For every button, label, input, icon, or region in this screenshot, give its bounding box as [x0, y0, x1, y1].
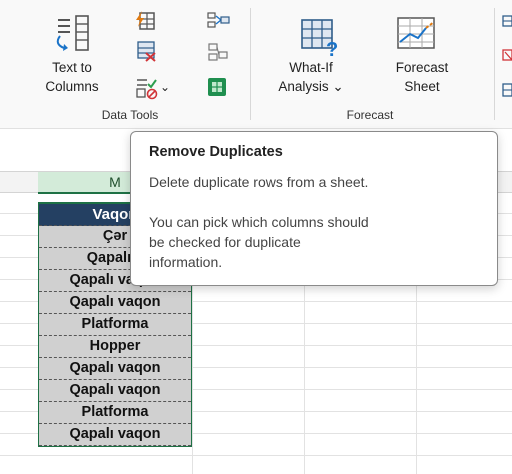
forecast-sheet-icon	[397, 17, 435, 49]
table-cell[interactable]: Platforma	[39, 314, 191, 336]
consolidate-icon[interactable]	[206, 10, 230, 32]
text-to-columns-icon	[56, 15, 89, 51]
flash-fill-icon[interactable]	[134, 10, 156, 32]
remove-duplicates-tooltip: Remove Duplicates Delete duplicate rows …	[130, 131, 498, 286]
text-to-columns-line2: Columns	[45, 79, 99, 94]
tooltip-detail-line: be checked for duplicate	[149, 234, 301, 250]
table-cell[interactable]: Qapalı vaqon	[39, 424, 191, 446]
data-validation-dropdown[interactable]: ⌄	[158, 78, 172, 97]
ribbon: Text to Columns ⌄ Data Tools ? What-If A…	[0, 0, 512, 129]
tooltip-description: Delete duplicate rows from a sheet.	[149, 174, 369, 190]
forecast-sheet-line1: Forecast	[395, 60, 449, 75]
remove-duplicates-icon[interactable]	[136, 40, 158, 64]
tooltip-title: Remove Duplicates	[149, 144, 283, 160]
text-to-columns-button[interactable]: Text to Columns	[40, 58, 104, 96]
table-cell[interactable]: Hopper	[39, 336, 191, 358]
forecast-sheet-button[interactable]: Forecast Sheet	[380, 58, 464, 96]
data-tools-group-label: Data Tools	[101, 108, 159, 122]
table-cell[interactable]: Qapalı vaqon	[39, 380, 191, 402]
table-cell[interactable]: Qapalı vaqon	[39, 358, 191, 380]
what-if-line2: Analysis ⌄	[278, 79, 344, 94]
text-to-columns-line1: Text to	[52, 60, 92, 75]
table-cell[interactable]: Qapalı vaqon	[39, 292, 191, 314]
manage-data-model-icon[interactable]	[206, 76, 230, 98]
what-if-line1: What-If	[289, 60, 333, 75]
what-if-analysis-button[interactable]: What-If Analysis ⌄	[272, 58, 350, 96]
what-if-analysis-icon: ?	[301, 19, 338, 58]
data-validation-icon[interactable]	[134, 76, 158, 100]
forecast-group-label: Forecast	[346, 108, 394, 122]
relationships-icon[interactable]	[206, 42, 230, 64]
table-cell[interactable]: Platforma	[39, 402, 191, 424]
tooltip-detail-line: You can pick which columns should	[149, 214, 369, 230]
ribbon-separator	[250, 8, 251, 120]
tooltip-detail-line: information.	[149, 254, 223, 270]
outline-group-icon[interactable]	[500, 14, 512, 104]
ribbon-separator	[494, 8, 495, 120]
forecast-sheet-line2: Sheet	[404, 79, 440, 94]
svg-text:?: ?	[326, 39, 338, 58]
